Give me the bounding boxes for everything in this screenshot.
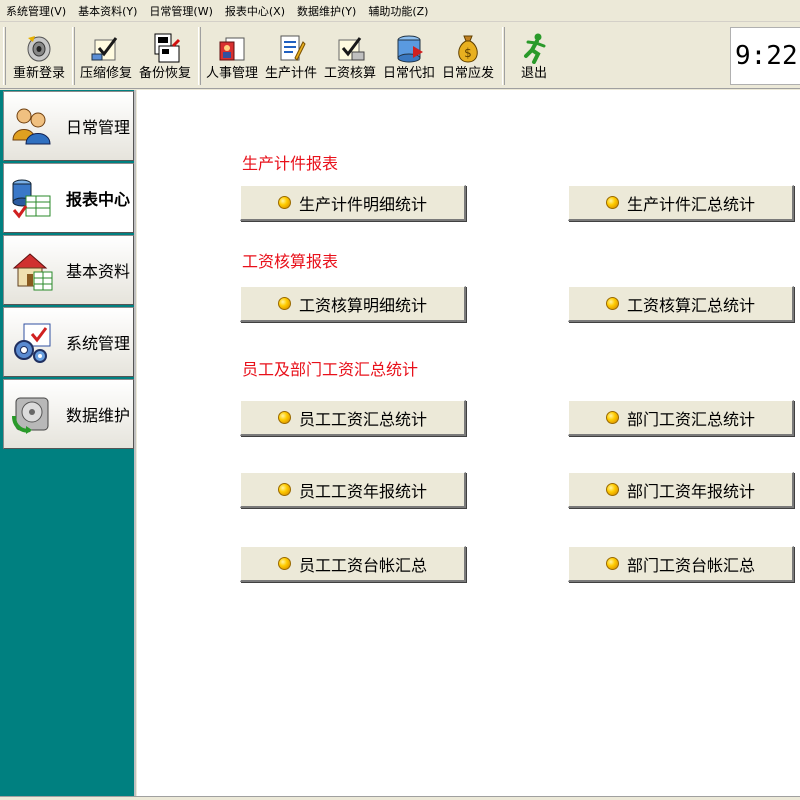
menu-reports[interactable]: 报表中心(X)	[221, 3, 289, 19]
sidebar-item-data[interactable]: 数据维护	[3, 379, 134, 449]
users-icon	[10, 104, 54, 148]
sidebar-item-label: 数据维护	[66, 406, 131, 425]
relogin-label: 重新登录	[12, 66, 65, 81]
compress-repair-label: 压缩修复	[79, 66, 132, 81]
section-title-staff-dept: 员工及部门工资汇总统计	[242, 360, 419, 379]
bullet-icon	[277, 196, 291, 209]
menu-data[interactable]: 数据维护(Y)	[293, 3, 360, 19]
bullet-icon	[605, 483, 619, 496]
salary-summary-button[interactable]: 工资核算汇总统计	[568, 286, 794, 322]
staff-salary-summary-button[interactable]: 员工工资汇总统计	[240, 400, 466, 436]
salary-detail-button[interactable]: 工资核算明细统计	[240, 286, 466, 322]
relogin-icon	[23, 32, 55, 64]
house-icon	[10, 248, 54, 292]
dept-salary-ledger-label: 部门工资台帐汇总	[626, 555, 755, 575]
piecework-icon	[275, 32, 307, 64]
bullet-icon	[277, 483, 291, 496]
compress-repair-button[interactable]: 压缩修复	[78, 27, 134, 85]
dept-salary-annual-label: 部门工资年报统计	[626, 481, 755, 501]
salary-summary-label: 工资核算汇总统计	[626, 295, 755, 315]
sidebar-item-reports[interactable]: 报表中心	[3, 163, 134, 233]
clock-display: 9:22:	[730, 27, 800, 85]
hard-drive-icon	[10, 392, 54, 436]
daily-deduct-icon	[393, 32, 425, 64]
money-bag-icon: $	[452, 32, 484, 64]
staff-salary-annual-label: 员工工资年报统计	[298, 481, 427, 501]
piecework-summary-label: 生产计件汇总统计	[626, 194, 755, 214]
bullet-icon	[605, 297, 619, 310]
personnel-icon	[216, 32, 248, 64]
sidebar-item-label: 系统管理	[66, 334, 131, 353]
piecework-button[interactable]: 生产计件	[262, 27, 320, 85]
settings-icon	[10, 320, 54, 364]
staff-salary-ledger-label: 员工工资台帐汇总	[298, 555, 427, 575]
svg-text:$: $	[464, 46, 472, 60]
sidebar-item-system[interactable]: 系统管理	[3, 307, 134, 377]
exit-label: 退出	[520, 66, 547, 81]
bullet-icon	[277, 557, 291, 570]
salary-calc-label: 工资核算	[323, 66, 376, 81]
sidebar-item-label: 报表中心	[66, 190, 131, 209]
toolbar-grip	[3, 27, 6, 85]
daily-payable-button[interactable]: $ 日常应发	[439, 27, 497, 85]
exit-button[interactable]: 退出	[510, 27, 558, 85]
menu-system[interactable]: 系统管理(V)	[2, 3, 70, 19]
bullet-icon	[277, 411, 291, 424]
bullet-icon	[605, 411, 619, 424]
dept-salary-summary-button[interactable]: 部门工资汇总统计	[568, 400, 794, 436]
sidebar-item-label: 基本资料	[66, 262, 131, 281]
sidebar-item-label: 日常管理	[66, 118, 131, 137]
menu-bar: 系统管理(V) 基本资料(Y) 日常管理(W) 报表中心(X) 数据维护(Y) …	[0, 0, 800, 22]
staff-salary-summary-label: 员工工资汇总统计	[298, 409, 427, 429]
report-center-panel: 生产计件报表 生产计件明细统计 生产计件汇总统计 工资核算报表 工资核算明细统计…	[137, 90, 800, 796]
daily-deduct-label: 日常代扣	[382, 66, 435, 81]
compress-repair-icon	[90, 32, 122, 64]
salary-calc-icon	[334, 32, 366, 64]
section-title-piecework: 生产计件报表	[242, 154, 339, 173]
report-icon	[10, 176, 54, 220]
piecework-summary-button[interactable]: 生产计件汇总统计	[568, 185, 794, 221]
sidebar: 日常管理 报表中心 基本资料 系统管理 数据维护	[0, 90, 136, 796]
sidebar-item-basic[interactable]: 基本资料	[3, 235, 134, 305]
sidebar-item-daily[interactable]: 日常管理	[3, 91, 134, 161]
menu-aux[interactable]: 辅助功能(Z)	[364, 3, 432, 19]
menu-basic[interactable]: 基本资料(Y)	[74, 3, 141, 19]
relogin-button[interactable]: 重新登录	[10, 27, 68, 85]
status-bar	[0, 796, 800, 800]
personnel-label: 人事管理	[205, 66, 258, 81]
salary-calc-button[interactable]: 工资核算	[321, 27, 379, 85]
backup-restore-icon	[149, 32, 181, 64]
section-title-salary: 工资核算报表	[242, 252, 339, 271]
backup-restore-button[interactable]: 备份恢复	[136, 27, 194, 85]
staff-salary-ledger-button[interactable]: 员工工资台帐汇总	[240, 546, 466, 582]
piecework-detail-button[interactable]: 生产计件明细统计	[240, 185, 466, 221]
daily-payable-label: 日常应发	[441, 66, 494, 81]
piecework-label: 生产计件	[264, 66, 317, 81]
daily-deduct-button[interactable]: 日常代扣	[380, 27, 438, 85]
bullet-icon	[605, 196, 619, 209]
toolbar-separator	[72, 27, 75, 85]
toolbar-separator	[198, 27, 201, 85]
toolbar: 重新登录 压缩修复 备份恢复 人事管理 生产计件 工资核算 日常代扣 $ 日常应…	[0, 23, 800, 89]
salary-detail-label: 工资核算明细统计	[298, 295, 427, 315]
bullet-icon	[605, 557, 619, 570]
personnel-button[interactable]: 人事管理	[203, 27, 261, 85]
dept-salary-annual-button[interactable]: 部门工资年报统计	[568, 472, 794, 508]
menu-daily[interactable]: 日常管理(W)	[145, 3, 216, 19]
dept-salary-summary-label: 部门工资汇总统计	[626, 409, 755, 429]
dept-salary-ledger-button[interactable]: 部门工资台帐汇总	[568, 546, 794, 582]
backup-restore-label: 备份恢复	[138, 66, 191, 81]
toolbar-separator	[502, 27, 505, 85]
bullet-icon	[277, 297, 291, 310]
staff-salary-annual-button[interactable]: 员工工资年报统计	[240, 472, 466, 508]
piecework-detail-label: 生产计件明细统计	[298, 194, 427, 214]
running-man-icon	[518, 32, 550, 64]
